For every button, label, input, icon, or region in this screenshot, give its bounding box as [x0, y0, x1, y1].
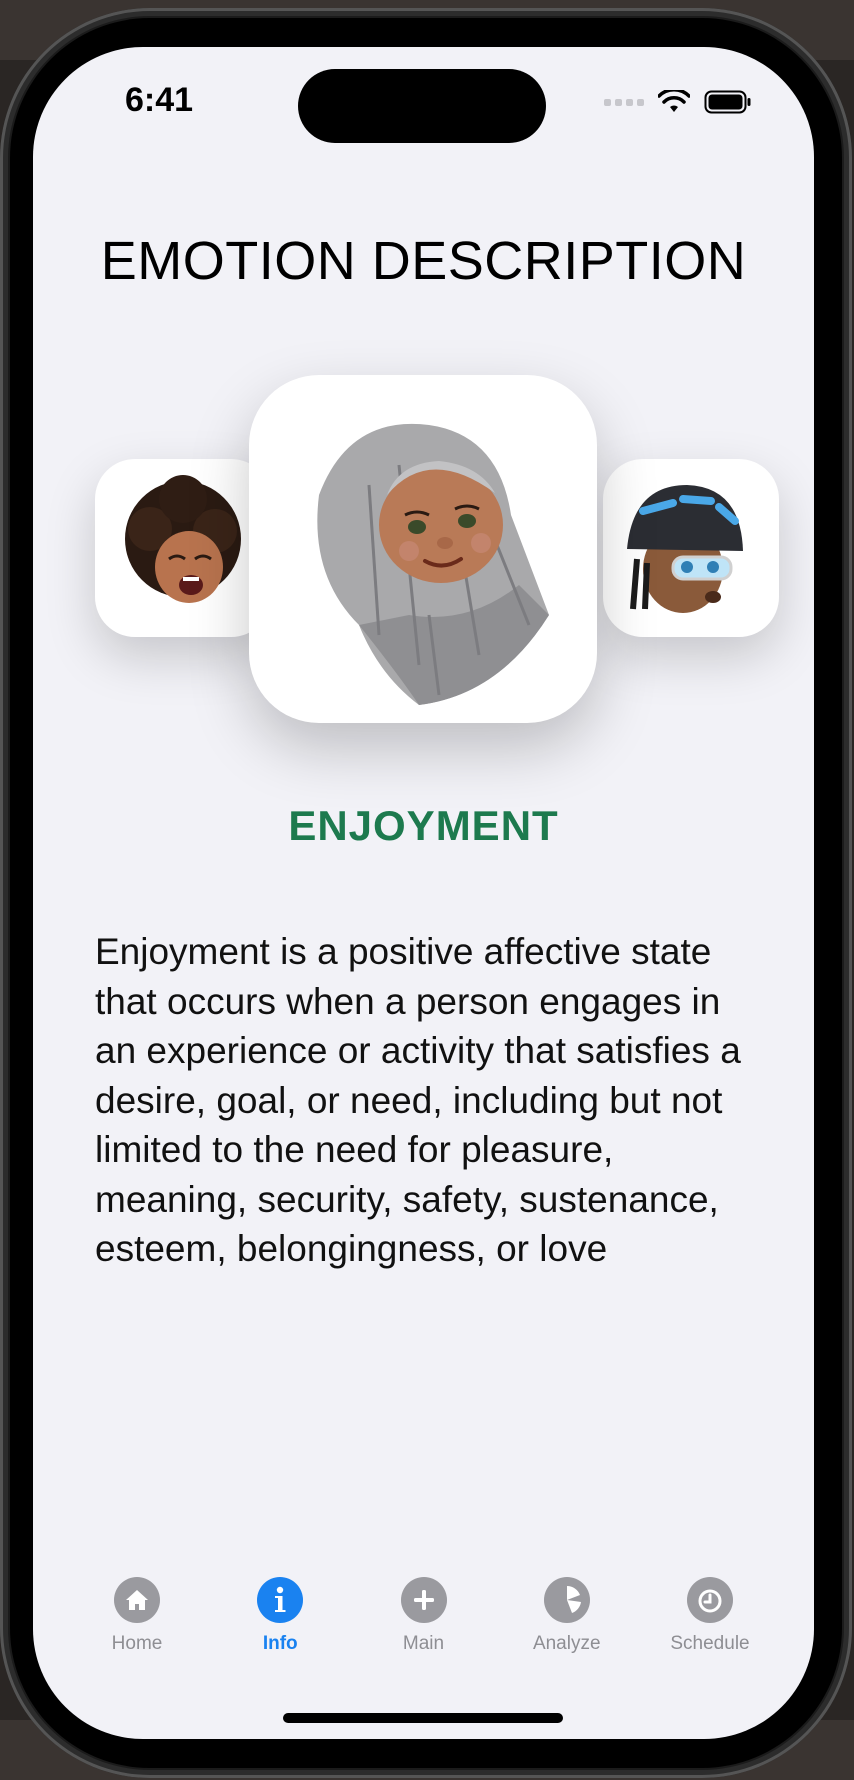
- home-icon: [114, 1577, 160, 1623]
- emotion-name: ENJOYMENT: [288, 802, 559, 849]
- battery-icon: [704, 90, 751, 114]
- tab-analyze[interactable]: Analyze: [497, 1577, 637, 1677]
- plus-icon: [400, 1577, 447, 1623]
- emotion-card-selected[interactable]: [249, 375, 597, 723]
- page-title: EMOTION DESCRIPTION: [100, 231, 747, 291]
- info-icon: [257, 1577, 304, 1623]
- tab-schedule[interactable]: Schedule: [640, 1577, 780, 1677]
- tab-label-main: Main: [402, 1633, 445, 1654]
- laughing-avatar-icon: [125, 475, 241, 603]
- app-screen: 6:41 EMOTION DESCRIPTION ENJOYMENT Enjoy…: [33, 47, 814, 1739]
- tab-info[interactable]: Info: [210, 1577, 350, 1677]
- emotion-card-right[interactable]: [603, 459, 779, 637]
- gray-hair-avatar-icon: [317, 423, 549, 705]
- helmet-avatar-icon: [627, 485, 743, 613]
- cellular-signal-icon: [604, 98, 644, 106]
- status-icons: [604, 87, 752, 117]
- pie-chart-icon: [543, 1577, 590, 1623]
- tab-label-schedule: Schedule: [670, 1633, 750, 1654]
- wifi-icon: [658, 90, 690, 112]
- home-indicator[interactable]: [283, 1713, 563, 1723]
- tab-main[interactable]: Main: [354, 1577, 494, 1677]
- tab-home[interactable]: Home: [67, 1577, 207, 1677]
- emotion-card-left[interactable]: [95, 459, 271, 637]
- status-time: 6:41: [125, 81, 194, 119]
- tab-label-info: Info: [262, 1633, 298, 1654]
- tab-label-home: Home: [111, 1633, 163, 1654]
- tab-label-analyze: Analyze: [532, 1633, 601, 1654]
- alarm-icon: [687, 1577, 733, 1623]
- tab-bar: Home Info Main Analyze Schedule: [33, 1577, 814, 1677]
- dynamic-island: [298, 69, 546, 143]
- emotion-description: Enjoyment is a positive affective state …: [95, 931, 741, 1269]
